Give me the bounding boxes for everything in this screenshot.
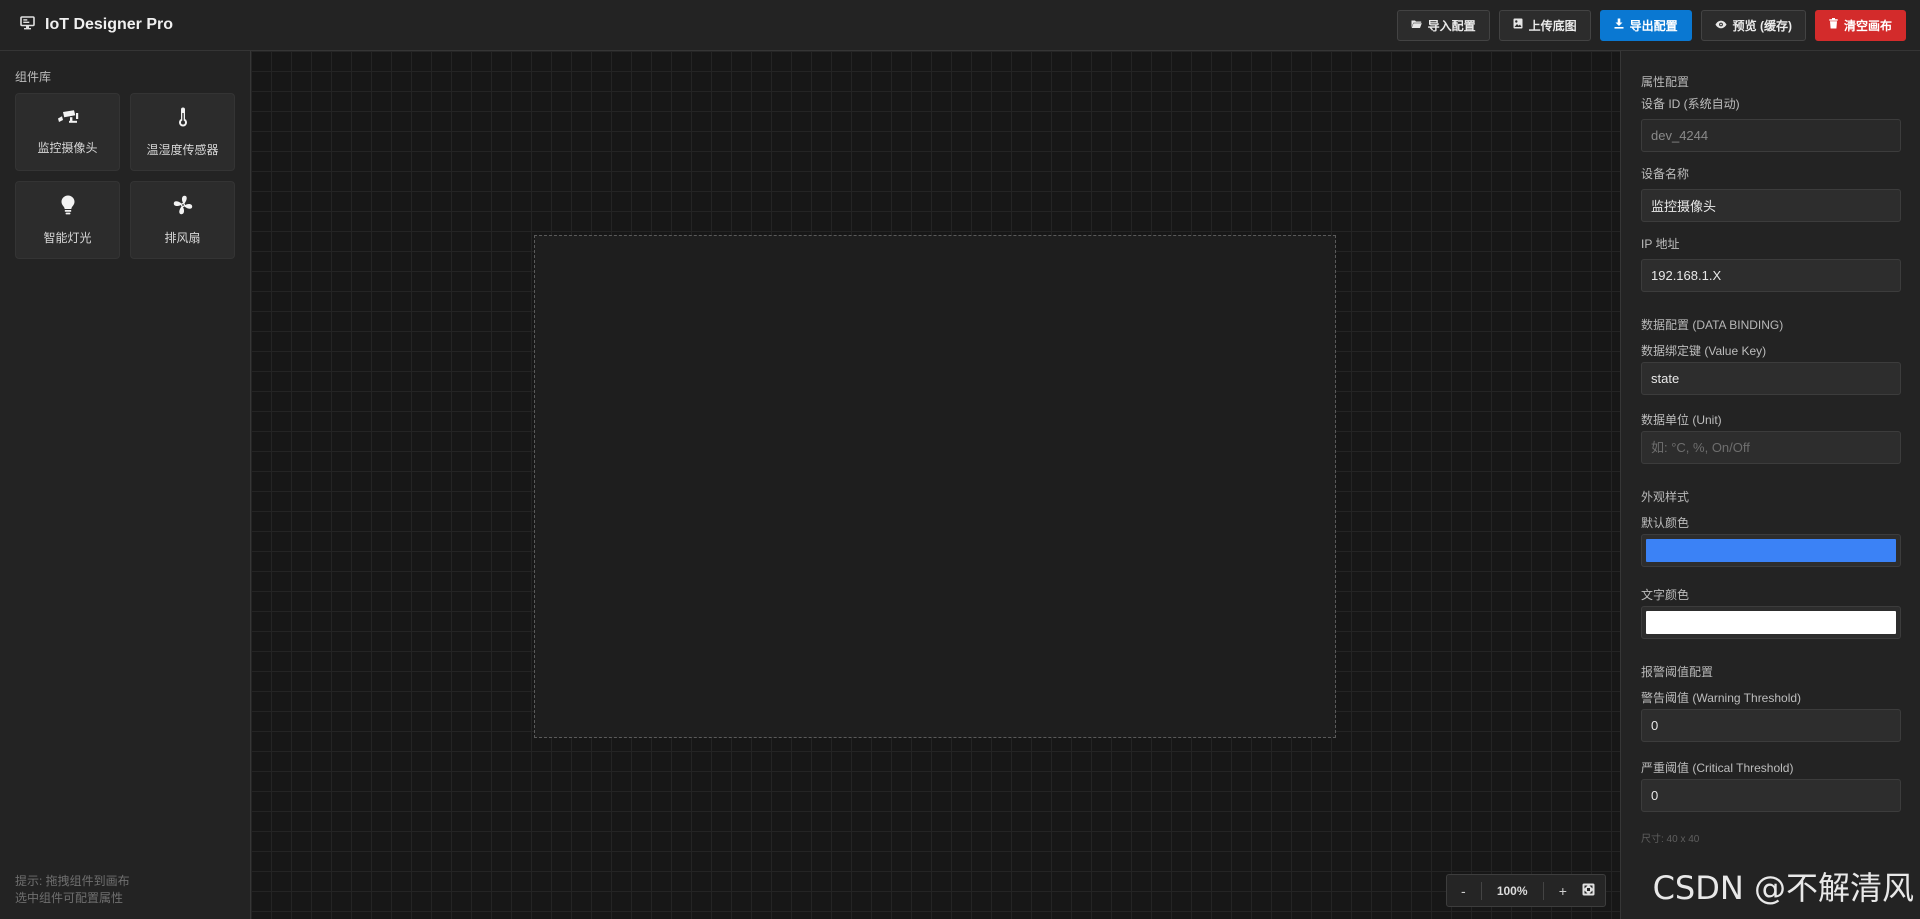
data-binding-section-title: 数据配置 (DATA BINDING) <box>1641 318 1784 332</box>
zoom-in-button[interactable]: + <box>1559 883 1567 899</box>
text-color-swatch <box>1646 611 1896 634</box>
preview-label: 预览 (缓存) <box>1732 18 1792 33</box>
clear-canvas-label: 清空画布 <box>1843 18 1892 33</box>
value-key-field[interactable] <box>1641 362 1901 395</box>
trash-icon <box>1829 18 1838 32</box>
component-label: 智能灯光 <box>43 230 92 245</box>
upload-background-button[interactable]: 上传底图 <box>1498 9 1591 41</box>
import-config-button[interactable]: 导入配置 <box>1396 9 1490 41</box>
toolbar-actions: 导入配置 上传底图 导出配置 预览 (缓存) 清空画布 <box>1396 9 1906 41</box>
preview-button[interactable]: 预览 (缓存) <box>1700 9 1806 41</box>
device-id-field <box>1641 119 1901 152</box>
expand-icon <box>1582 883 1595 899</box>
critical-threshold-label: 严重阈值 (Critical Threshold) <box>1641 761 1794 775</box>
component-card-exhaust-fan[interactable]: 排风扇 <box>130 181 235 259</box>
device-name-label: 设备名称 <box>1641 167 1690 181</box>
monitor-icon <box>20 15 35 35</box>
import-config-label: 导入配置 <box>1427 18 1476 33</box>
component-card-thermo-sensor[interactable]: 温湿度传感器 <box>130 93 235 171</box>
csdn-watermark: CSDN @不解清风 <box>1652 869 1914 907</box>
component-label: 温湿度传感器 <box>146 142 219 157</box>
top-toolbar: IoT Designer Pro 导入配置 上传底图 导出配置 预览 (缓存) … <box>0 0 1920 51</box>
brand: IoT Designer Pro <box>20 15 174 35</box>
export-config-button[interactable]: 导出配置 <box>1599 9 1692 41</box>
device-name-field[interactable] <box>1641 189 1901 222</box>
text-color-picker[interactable] <box>1641 606 1901 639</box>
zoom-controls: - 100% + <box>1446 874 1606 907</box>
default-color-swatch <box>1646 539 1896 562</box>
export-config-label: 导出配置 <box>1629 18 1678 33</box>
unit-label: 数据单位 (Unit) <box>1641 413 1722 427</box>
lightbulb-icon <box>61 195 75 220</box>
warning-threshold-field[interactable] <box>1641 709 1901 742</box>
download-icon <box>1614 18 1624 32</box>
eye-icon <box>1715 18 1727 32</box>
default-color-label: 默认颜色 <box>1641 516 1690 530</box>
style-section-title: 外观样式 <box>1641 490 1690 504</box>
device-id-label: 设备 ID (系统自动) <box>1641 97 1740 111</box>
property-panel: 属性配置 设备 ID (系统自动) 设备名称 IP 地址 数据配置 (DATA … <box>1620 51 1920 919</box>
app-title: IoT Designer Pro <box>45 16 174 33</box>
image-icon <box>1513 18 1523 32</box>
clear-canvas-button[interactable]: 清空画布 <box>1814 9 1906 41</box>
component-label: 监控摄像头 <box>37 140 98 155</box>
canvas-stage[interactable] <box>534 235 1336 738</box>
component-card-camera[interactable]: 监控摄像头 <box>15 93 120 171</box>
component-grid: 监控摄像头 温湿度传感器 智能灯光 排风扇 <box>15 93 235 259</box>
app-root: IoT Designer Pro 导入配置 上传底图 导出配置 预览 (缓存) … <box>0 0 1920 919</box>
property-panel-title: 属性配置 <box>1641 75 1690 89</box>
size-note: 尺寸: 40 x 40 <box>1641 834 1700 845</box>
fan-icon <box>173 195 193 220</box>
component-label: 排风扇 <box>164 230 201 245</box>
warning-threshold-label: 警告阈值 (Warning Threshold) <box>1641 691 1802 705</box>
zoom-out-button[interactable]: - <box>1461 883 1466 899</box>
folder-open-icon <box>1411 18 1422 32</box>
fit-view-button[interactable] <box>1582 883 1595 899</box>
component-library-panel: 组件库 监控摄像头 温湿度传感器 智能灯光 排风扇 提示: 拖拽组件到画布 选中… <box>0 51 251 919</box>
ip-address-field[interactable] <box>1641 259 1901 292</box>
critical-threshold-field[interactable] <box>1641 779 1901 812</box>
cctv-camera-icon <box>57 109 79 130</box>
value-key-label: 数据绑定键 (Value Key) <box>1641 344 1767 358</box>
hint-line-drag: 提示: 拖拽组件到画布 <box>15 874 130 888</box>
alarm-section-title: 报警阈值配置 <box>1641 665 1714 679</box>
usage-hint: 提示: 拖拽组件到画布 选中组件可配置属性 <box>15 873 130 907</box>
unit-field[interactable] <box>1641 431 1901 464</box>
zoom-divider <box>1480 881 1482 900</box>
upload-background-label: 上传底图 <box>1528 18 1577 33</box>
text-color-label: 文字颜色 <box>1641 588 1690 602</box>
hint-line-select: 选中组件可配置属性 <box>15 891 124 905</box>
design-canvas-area[interactable]: - 100% + <box>251 51 1620 919</box>
default-color-picker[interactable] <box>1641 534 1901 567</box>
thermometer-icon <box>178 107 188 132</box>
ip-address-label: IP 地址 <box>1641 237 1680 251</box>
zoom-level: 100% <box>1496 883 1528 898</box>
zoom-divider <box>1542 881 1544 900</box>
component-card-smart-light[interactable]: 智能灯光 <box>15 181 120 259</box>
component-library-title: 组件库 <box>15 70 52 84</box>
